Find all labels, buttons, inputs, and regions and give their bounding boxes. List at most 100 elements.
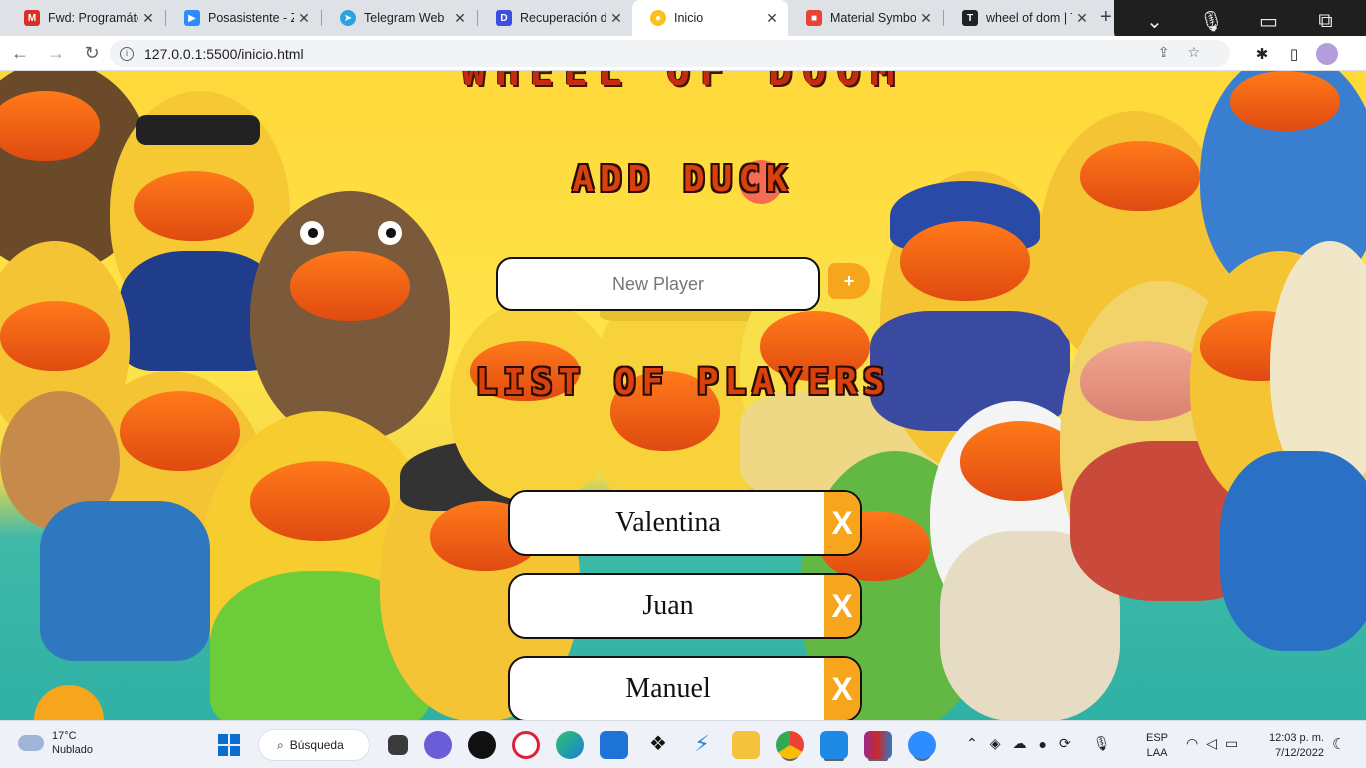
browser-toolbar: ← → ↻ i 127.0.0.1:5500/inicio.html ⇪☆ ✱ … <box>0 36 1366 71</box>
platform-icon: D <box>496 10 512 26</box>
floating-action-button[interactable] <box>34 685 104 720</box>
weather-desc: Nublado <box>52 744 93 756</box>
remove-player-button[interactable]: X <box>824 492 860 554</box>
input-language[interactable]: ESP LAA <box>1146 731 1168 761</box>
new-player-input[interactable] <box>496 257 820 311</box>
address-bar[interactable]: i 127.0.0.1:5500/inicio.html ⇪☆ <box>110 40 1230 67</box>
tab-title: Recuperación de <box>520 11 606 25</box>
weather-widget[interactable]: 17°C Nublado <box>18 729 93 757</box>
extensions-icon[interactable]: ✱ <box>1246 45 1278 63</box>
file-explorer-icon[interactable] <box>732 731 760 759</box>
tab-inicio[interactable]: ● Inicio ✕ <box>632 0 788 36</box>
tab-title: Fwd: Programáte <box>48 11 138 25</box>
telegram-icon: ➤ <box>340 10 356 26</box>
defender-icon[interactable]: ◈ <box>990 735 1001 752</box>
close-icon[interactable]: ✕ <box>294 10 314 27</box>
vscode-icon[interactable] <box>820 731 848 759</box>
reload-button[interactable]: ↻ <box>76 39 108 67</box>
flutter-icon[interactable]: ⚡ <box>688 731 716 759</box>
windows-taskbar: 17°C Nublado ⌕ Búsqueda ❖ ⚡ ⌃ ◈ ☁ ● ⟳ 🎙 … <box>0 720 1366 768</box>
winrar-icon[interactable] <box>864 731 892 759</box>
search-icon: ⌕ <box>277 737 284 752</box>
opera-icon[interactable] <box>512 731 540 759</box>
tab-telegram[interactable]: ➤ Telegram Web ✕ <box>322 0 476 36</box>
clock-time: 12:03 p. m. <box>1268 732 1324 744</box>
network-volume-battery[interactable]: ◠◁▭ <box>1186 735 1246 752</box>
share-screen-icon[interactable]: ⧉ <box>1311 10 1341 33</box>
tab-trello[interactable]: T wheel of dom | Tr ✕ <box>944 0 1098 36</box>
remove-player-button[interactable]: X <box>824 575 860 637</box>
tab-material-symbols[interactable]: ■ Material Symbols ✕ <box>788 0 942 36</box>
sync-icon[interactable]: ⟳ <box>1059 735 1071 752</box>
chevron-down-icon[interactable]: ⌄ <box>1140 9 1170 34</box>
tiktok-icon[interactable] <box>468 731 496 759</box>
new-tab-button[interactable]: + <box>1100 6 1112 29</box>
player-row: Manuel X <box>508 656 862 720</box>
cloud-icon <box>18 735 44 751</box>
clock-date: 7/12/2022 <box>1275 747 1324 759</box>
share-icon[interactable]: ⇪☆ <box>1158 44 1218 61</box>
side-panel-icon[interactable]: ▯ <box>1278 45 1310 63</box>
chat-icon[interactable] <box>424 731 452 759</box>
close-icon[interactable]: ✕ <box>1072 10 1092 27</box>
back-button[interactable]: ← <box>4 39 36 67</box>
player-row: Valentina X <box>508 490 862 556</box>
system-tray: ⌃ ◈ ☁ ● ⟳ 🎙 <box>960 735 1117 752</box>
camera-off-icon[interactable]: ▭ <box>1254 9 1284 34</box>
chrome-icon[interactable] <box>776 731 804 759</box>
battery-icon: ▭ <box>1225 735 1247 751</box>
task-view-icon[interactable] <box>388 735 408 755</box>
material-icon: ■ <box>806 10 822 26</box>
gmail-icon: M <box>24 10 40 26</box>
url-text: 127.0.0.1:5500/inicio.html <box>144 45 304 62</box>
zoom-icon: ▶ <box>184 10 200 26</box>
clock[interactable]: 12:03 p. m. 7/12/2022 <box>1262 731 1324 761</box>
add-duck-heading: ADD DUCK <box>572 159 794 200</box>
profile-avatar[interactable] <box>1316 42 1338 65</box>
player-name: Manuel <box>625 673 711 704</box>
keyboard-layout: LAA <box>1146 747 1168 759</box>
tab-title: wheel of dom | Tr <box>986 11 1072 25</box>
taskbar-search[interactable]: ⌕ Búsqueda <box>258 729 370 761</box>
close-icon[interactable]: ✕ <box>762 10 782 27</box>
toolbar-actions: ✱ ▯ <box>1246 36 1366 71</box>
trello-icon: T <box>962 10 978 26</box>
add-player-button[interactable]: + <box>828 263 870 299</box>
remove-player-button[interactable]: X <box>824 658 860 720</box>
tab-title: Material Symbols <box>830 11 916 25</box>
windows-start-icon[interactable] <box>218 734 240 756</box>
tab-title: Telegram Web <box>364 11 445 25</box>
tab-title: Posasistente - Zo <box>208 11 294 25</box>
pinned-apps: ❖ ⚡ <box>380 729 944 761</box>
microphone-icon[interactable]: 🎙 <box>1093 735 1111 752</box>
tab-zoom[interactable]: ▶ Posasistente - Zo ✕ <box>166 0 320 36</box>
forward-button[interactable]: → <box>40 39 72 67</box>
site-info-icon[interactable]: i <box>120 46 134 61</box>
close-icon[interactable]: ✕ <box>138 10 158 27</box>
zoom-icon[interactable] <box>908 731 936 759</box>
player-row: Juan X <box>508 573 862 639</box>
weather-temp: 17°C <box>52 730 77 742</box>
search-label: Búsqueda <box>289 738 344 752</box>
store-icon[interactable] <box>600 731 628 759</box>
close-icon[interactable]: ✕ <box>916 10 936 27</box>
tab-gmail[interactable]: M Fwd: Programáte ✕ <box>6 0 164 36</box>
duck-icon: ● <box>650 10 666 26</box>
volume-icon: ◁ <box>1206 735 1225 751</box>
tab-recuperacion[interactable]: D Recuperación de ✕ <box>478 0 632 36</box>
player-name: Juan <box>642 590 694 621</box>
close-icon[interactable]: ✕ <box>450 10 470 27</box>
focus-assist-icon[interactable]: ☾ <box>1332 735 1345 753</box>
wifi-icon: ◠ <box>1186 735 1207 751</box>
edge-icon[interactable] <box>556 731 584 759</box>
mic-off-icon[interactable]: 🎙 <box>1197 9 1227 34</box>
language-code: ESP <box>1146 732 1169 744</box>
chevron-up-icon[interactable]: ⌃ <box>966 735 978 752</box>
dropbox-icon[interactable]: ❖ <box>644 731 672 759</box>
tab-title: Inicio <box>674 11 704 25</box>
onedrive-icon[interactable]: ☁ <box>1013 735 1027 752</box>
page-viewport: WHEEL OF DOOM ADD DUCK + LIST OF PLAYERS… <box>0 71 1366 720</box>
page-title: WHEEL OF DOOM <box>461 71 905 95</box>
close-icon[interactable]: ✕ <box>606 10 626 27</box>
zoom-tray-icon[interactable]: ● <box>1039 736 1047 752</box>
